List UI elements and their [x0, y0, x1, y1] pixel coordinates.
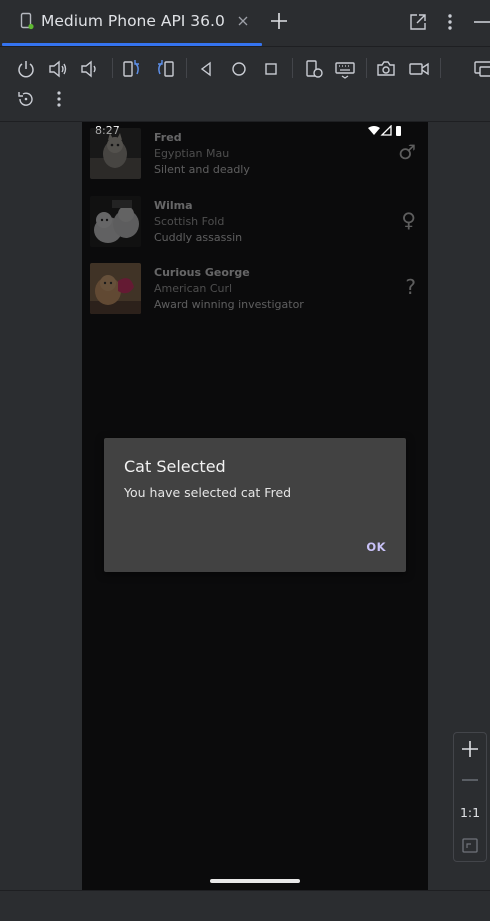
- home-icon[interactable]: [228, 58, 250, 80]
- tab-bar: Medium Phone API 36.0: [0, 0, 490, 47]
- reset-icon[interactable]: [15, 88, 37, 110]
- device-icon: [20, 12, 34, 30]
- volume-down-icon[interactable]: [78, 58, 100, 80]
- zoom-out-icon[interactable]: [454, 766, 486, 794]
- more-icon[interactable]: [48, 88, 70, 110]
- more-vertical-icon[interactable]: [440, 12, 460, 32]
- rotate-left-icon[interactable]: [121, 58, 143, 80]
- dialog-title: Cat Selected: [124, 457, 226, 476]
- power-icon[interactable]: [15, 58, 37, 80]
- overview-icon[interactable]: [260, 58, 282, 80]
- toolbar-divider: [186, 58, 187, 78]
- toolbar-divider: [366, 58, 367, 78]
- minimize-icon[interactable]: [472, 12, 490, 32]
- gesture-nav-handle[interactable]: [210, 879, 300, 883]
- phone-screen[interactable]: 8:27 Fred Egyptian Mau Silent and deadly…: [82, 122, 428, 890]
- ok-button[interactable]: OK: [366, 540, 386, 554]
- active-tab-indicator: [2, 43, 262, 46]
- screen-record-icon[interactable]: [408, 58, 430, 80]
- keyboard-icon[interactable]: [334, 58, 356, 80]
- zoom-controls: 1:1: [453, 732, 487, 862]
- toolbar-divider: [440, 58, 441, 78]
- multi-display-icon[interactable]: [472, 58, 490, 80]
- device-settings-icon[interactable]: [303, 58, 325, 80]
- tab-device[interactable]: Medium Phone API 36.0: [0, 0, 262, 46]
- cat-selected-dialog: Cat Selected You have selected cat Fred …: [104, 438, 406, 572]
- emulator-toolbar: [0, 47, 490, 122]
- close-icon[interactable]: [236, 14, 250, 28]
- tab-title: Medium Phone API 36.0: [41, 12, 225, 30]
- rotate-right-icon[interactable]: [154, 58, 176, 80]
- zoom-in-icon[interactable]: [454, 735, 486, 763]
- plus-icon[interactable]: [269, 11, 289, 31]
- toolbar-divider: [292, 58, 293, 78]
- zoom-actual-size-button[interactable]: 1:1: [454, 805, 486, 820]
- bottom-strip: [0, 890, 490, 921]
- screenshot-icon[interactable]: [375, 58, 397, 80]
- fit-screen-icon[interactable]: [454, 832, 486, 860]
- back-icon[interactable]: [195, 58, 217, 80]
- dialog-message: You have selected cat Fred: [124, 485, 292, 500]
- toolbar-divider: [112, 58, 113, 78]
- open-in-window-icon[interactable]: [408, 12, 428, 32]
- volume-up-icon[interactable]: [47, 58, 69, 80]
